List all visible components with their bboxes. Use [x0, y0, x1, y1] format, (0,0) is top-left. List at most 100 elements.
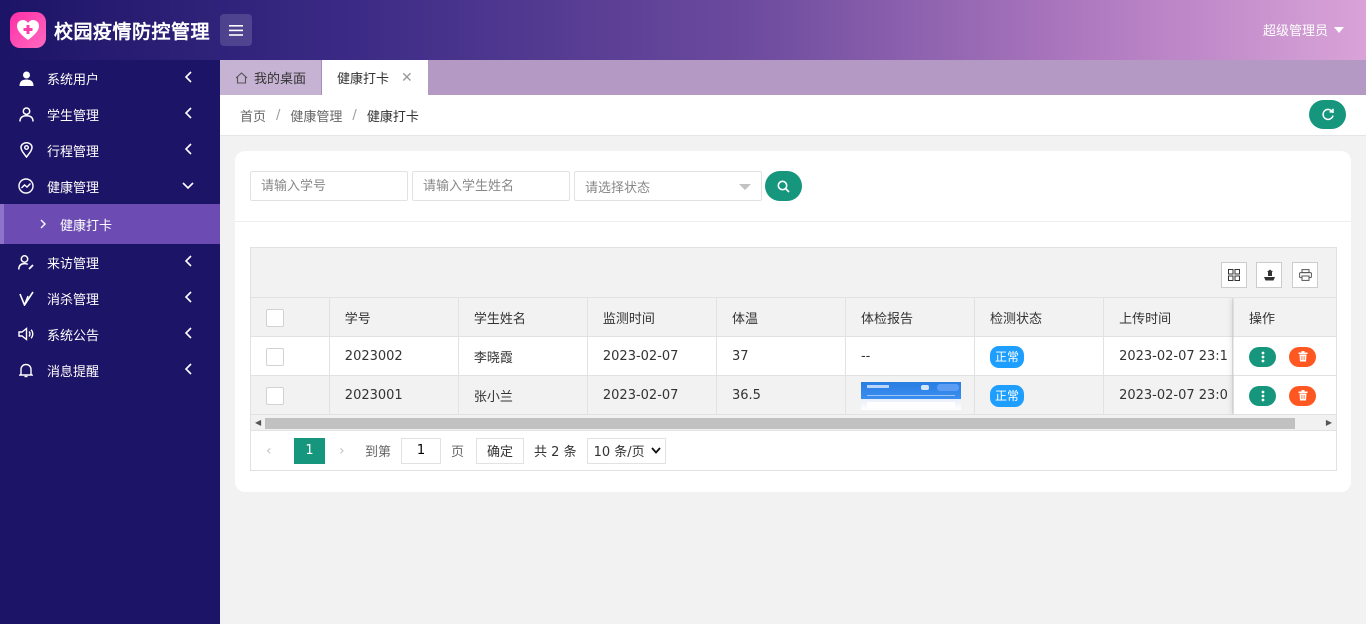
print-button[interactable]: [1292, 262, 1318, 288]
speaker-icon: [18, 326, 34, 342]
pagination: ‹ 1 › 到第 页 确定 共 2 条 10 条/页: [251, 431, 1336, 470]
prev-page-icon[interactable]: ‹: [266, 443, 288, 459]
header-student-id[interactable]: 学号: [330, 298, 459, 337]
sidebar-item-announcements[interactable]: 系统公告: [0, 316, 220, 352]
cell-upload-time: 2023-02-07 23:1: [1104, 337, 1234, 376]
sidebar-item-visitors[interactable]: 来访管理: [0, 244, 220, 280]
status-select[interactable]: 请选择状态: [574, 171, 762, 201]
page-jump-input[interactable]: [401, 437, 442, 464]
chevron-left-icon: [184, 363, 192, 375]
chevron-left-icon: [184, 291, 192, 303]
hamburger-icon: [229, 24, 243, 36]
row-checkbox[interactable]: [266, 347, 284, 366]
header-checkbox-cell: [251, 298, 330, 337]
refresh-icon: [1321, 108, 1334, 120]
user-menu[interactable]: 超级管理员: [1263, 20, 1344, 39]
sidebar-item-notifications[interactable]: 消息提醒: [0, 352, 220, 388]
divider: [235, 221, 1351, 222]
breadcrumb-separator: /: [276, 107, 281, 123]
breadcrumb: 首页 / 健康管理 / 健康打卡: [220, 95, 1366, 136]
search-button[interactable]: [765, 171, 802, 201]
student-name-input[interactable]: [412, 171, 570, 201]
tab-health-checkin[interactable]: 健康打卡 ✕: [322, 60, 428, 95]
user-icon: [18, 70, 34, 86]
tab-label: 健康打卡: [337, 72, 390, 87]
sidebar-item-itinerary[interactable]: 行程管理: [0, 132, 220, 168]
close-icon[interactable]: ✕: [401, 70, 413, 86]
breadcrumb-home[interactable]: 首页: [240, 106, 266, 125]
content-card: 请选择状态 学号 学生姓名 监测时间 体温: [235, 151, 1351, 492]
chevron-left-icon: [184, 107, 192, 119]
breadcrumb-current: 健康打卡: [366, 109, 419, 125]
column-filter-button[interactable]: [1221, 262, 1247, 288]
header-student-name[interactable]: 学生姓名: [459, 298, 588, 337]
cell-monitor-time: 2023-02-07: [588, 376, 717, 415]
next-page-icon[interactable]: ›: [339, 443, 361, 459]
scroll-right-icon[interactable]: ▶: [1326, 418, 1332, 427]
header-upload-time[interactable]: 上传时间: [1104, 298, 1234, 337]
row-checkbox-cell: [251, 376, 330, 415]
sidebar-item-label: 消息提醒: [47, 364, 100, 380]
header-monitor-time[interactable]: 监测时间: [588, 298, 717, 337]
status-badge: 正常: [990, 384, 1025, 407]
chevron-down-icon: [182, 182, 194, 190]
more-vertical-icon: [1261, 390, 1264, 401]
page-unit-label: 页: [451, 445, 465, 460]
more-vertical-icon: [1261, 351, 1264, 362]
cell-report: --: [846, 337, 976, 376]
actions-row: [1234, 376, 1336, 415]
header-status[interactable]: 检测状态: [975, 298, 1105, 337]
delete-button[interactable]: [1289, 385, 1316, 406]
app-title: 校园疫情防控管理: [54, 20, 211, 43]
caret-down-icon: [739, 184, 751, 190]
report-thumbnail[interactable]: [860, 381, 961, 410]
row-checkbox-cell: [251, 337, 330, 376]
printer-icon: [1298, 269, 1312, 281]
sidebar-item-health[interactable]: 健康管理: [0, 168, 220, 204]
student-id-input[interactable]: [250, 171, 408, 201]
heart-plus-logo-icon: [10, 12, 46, 48]
table-row: 2023002 李晓霞 2023-02-07 37 -- 正常 2023-02-…: [251, 337, 1336, 376]
sidebar-item-disinfection[interactable]: 消杀管理: [0, 280, 220, 316]
scroll-left-icon[interactable]: ◀: [255, 418, 261, 427]
sidebar-item-label: 学生管理: [47, 108, 100, 124]
cell-status: 正常: [975, 376, 1105, 415]
search-form: 请选择状态: [250, 171, 802, 201]
logo-area: 校园疫情防控管理: [0, 0, 220, 60]
cell-monitor-time: 2023-02-07: [588, 337, 717, 376]
top-header: 校园疫情防控管理 超级管理员: [0, 0, 1366, 60]
tab-label: 我的桌面: [254, 72, 307, 87]
scrollbar-thumb[interactable]: [265, 418, 1295, 429]
page-current[interactable]: 1: [294, 437, 325, 464]
sidebar-subitem-label: 健康打卡: [60, 218, 113, 234]
delete-button[interactable]: [1289, 346, 1316, 367]
cell-student-id: 2023001: [330, 376, 459, 415]
breadcrumb-section[interactable]: 健康管理: [290, 106, 342, 125]
row-checkbox[interactable]: [266, 386, 284, 405]
refresh-button[interactable]: [1309, 100, 1346, 129]
sidebar-item-students[interactable]: 学生管理: [0, 96, 220, 132]
table-row: 2023001 张小兰 2023-02-07 36.5 正常 2023-02-0…: [251, 376, 1336, 415]
sidebar-item-label: 来访管理: [47, 256, 100, 272]
page-confirm-button[interactable]: 确定: [476, 437, 525, 464]
select-all-checkbox[interactable]: [266, 308, 284, 327]
bell-icon: [18, 362, 34, 378]
horizontal-scrollbar[interactable]: ◀ ▶: [251, 415, 1336, 431]
actions-header-row: 操作: [1234, 298, 1336, 337]
tab-my-desktop[interactable]: 我的桌面: [220, 60, 323, 95]
breadcrumb-separator: /: [352, 107, 357, 123]
cell-student-name: 李晓霞: [459, 337, 588, 376]
more-button[interactable]: [1249, 385, 1276, 406]
export-button[interactable]: [1256, 262, 1282, 288]
cell-upload-time: 2023-02-07 23:0: [1104, 376, 1234, 415]
header-temperature[interactable]: 体温: [717, 298, 846, 337]
more-button[interactable]: [1249, 346, 1276, 367]
page-size-select[interactable]: 10 条/页: [586, 437, 666, 464]
sidebar-subitem-health-checkin[interactable]: 健康打卡: [0, 204, 220, 244]
menu-toggle-button[interactable]: [220, 14, 252, 46]
sidebar-item-label: 消杀管理: [47, 292, 100, 308]
header-report[interactable]: 体检报告: [846, 298, 976, 337]
sidebar-item-system-users[interactable]: 系统用户: [0, 60, 220, 96]
columns-icon: [1228, 269, 1240, 281]
chevron-left-icon: [184, 143, 192, 155]
